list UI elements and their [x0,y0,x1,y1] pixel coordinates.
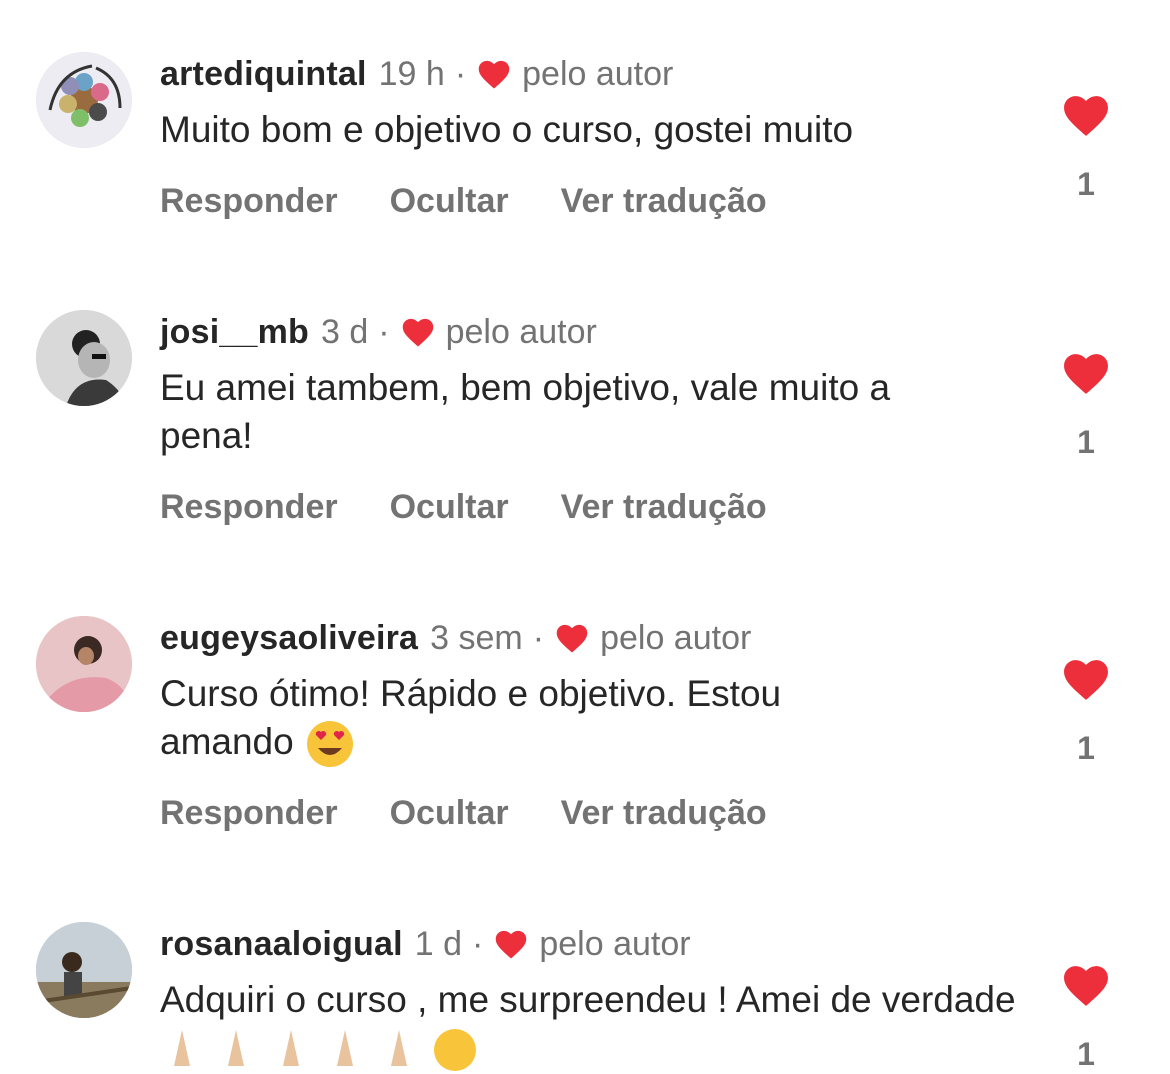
comment-header: josi__mb 3 d · pelo autor [160,312,597,352]
liked-by-author-label: pelo autor [522,55,674,93]
hide-button[interactable]: Ocultar [390,793,509,833]
timestamp: 3 sem [430,619,523,657]
avatar-photo-image [36,616,132,712]
heart-icon [556,624,588,653]
winking-face-emoji-icon [434,1029,477,1072]
avatar-photo-image [36,310,132,406]
avatar[interactable] [36,310,132,406]
folded-hands-emoji-icon [174,1030,190,1067]
comment-actions: Responder Ocultar Ver tradução [160,487,819,527]
emoji-row [160,1027,479,1072]
translate-button[interactable]: Ver tradução [561,181,767,221]
translate-button[interactable]: Ver tradução [561,793,767,833]
comment-actions: Responder Ocultar Ver tradução [160,793,819,833]
translate-button[interactable]: Ver tradução [561,487,767,527]
comment-header: rosanaaloigual 1 d · pelo autor [160,924,691,964]
like-count[interactable]: 1 [1060,166,1112,203]
avatar-logo-image [36,52,132,148]
reply-button[interactable]: Responder [160,793,338,833]
folded-hands-emoji-icon [282,1030,299,1067]
hide-button[interactable]: Ocultar [390,487,509,527]
reply-button[interactable]: Responder [160,181,338,221]
liked-by-author-label: pelo autor [445,313,597,351]
comment-header: artediquintal 19 h · pelo autor [160,54,673,94]
comment-body: Curso ótimo! Rápido e objetivo. Estou am… [160,670,920,770]
like-count[interactable]: 1 [1060,730,1112,767]
like-count[interactable]: 1 [1060,424,1112,461]
comment-header: eugeysaoliveira 3 sem · pelo autor [160,618,751,658]
folded-hands-emoji-icon [336,1030,353,1067]
comment-text: Curso ótimo! Rápido e objetivo. Estou am… [160,673,782,762]
timestamp: 1 d [414,925,463,963]
username[interactable]: josi__mb [160,312,309,352]
comment-text: Eu amei tambem, bem objetivo, vale muito… [160,367,891,456]
avatar[interactable] [36,52,132,148]
username[interactable]: artediquintal [160,54,367,94]
liked-by-author-label: pelo autor [600,619,752,657]
comment-body: Adquiri o curso , me surpreendeu ! Amei … [160,976,1040,1074]
like-count[interactable]: 1 [1060,1036,1112,1073]
reply-button[interactable]: Responder [160,487,338,527]
timestamp: 19 h [378,55,445,93]
separator-dot: · [532,619,545,657]
heart-icon[interactable] [1060,350,1112,396]
comment-text: Muito bom e objetivo o curso, gostei mui… [160,109,854,150]
hide-button[interactable]: Ocultar [390,181,509,221]
folded-hands-emoji-icon [391,1030,408,1067]
timestamp: 3 d [321,313,369,351]
heart-icon [496,930,527,959]
username[interactable]: rosanaaloigual [160,924,403,964]
heart-icon [478,60,510,89]
avatar[interactable] [36,616,132,712]
heart-icon[interactable] [1060,92,1112,138]
folded-hands-emoji-icon [228,1030,245,1067]
heart-icon [402,318,433,347]
heart-icon[interactable] [1060,656,1112,702]
liked-by-author-label: pelo autor [539,925,691,963]
separator-dot: · [454,55,467,93]
avatar-photo-image [36,922,132,1018]
heart-icon[interactable] [1060,962,1112,1008]
separator-dot: · [472,925,484,963]
separator-dot: · [378,313,390,351]
comment-text: Adquiri o curso , me surpreendeu ! Amei … [160,979,1016,1020]
username[interactable]: eugeysaoliveira [160,618,418,658]
heart-eyes-emoji-icon [307,721,353,768]
comment-actions: Responder Ocultar Ver tradução [160,181,819,221]
avatar[interactable] [36,922,132,1018]
